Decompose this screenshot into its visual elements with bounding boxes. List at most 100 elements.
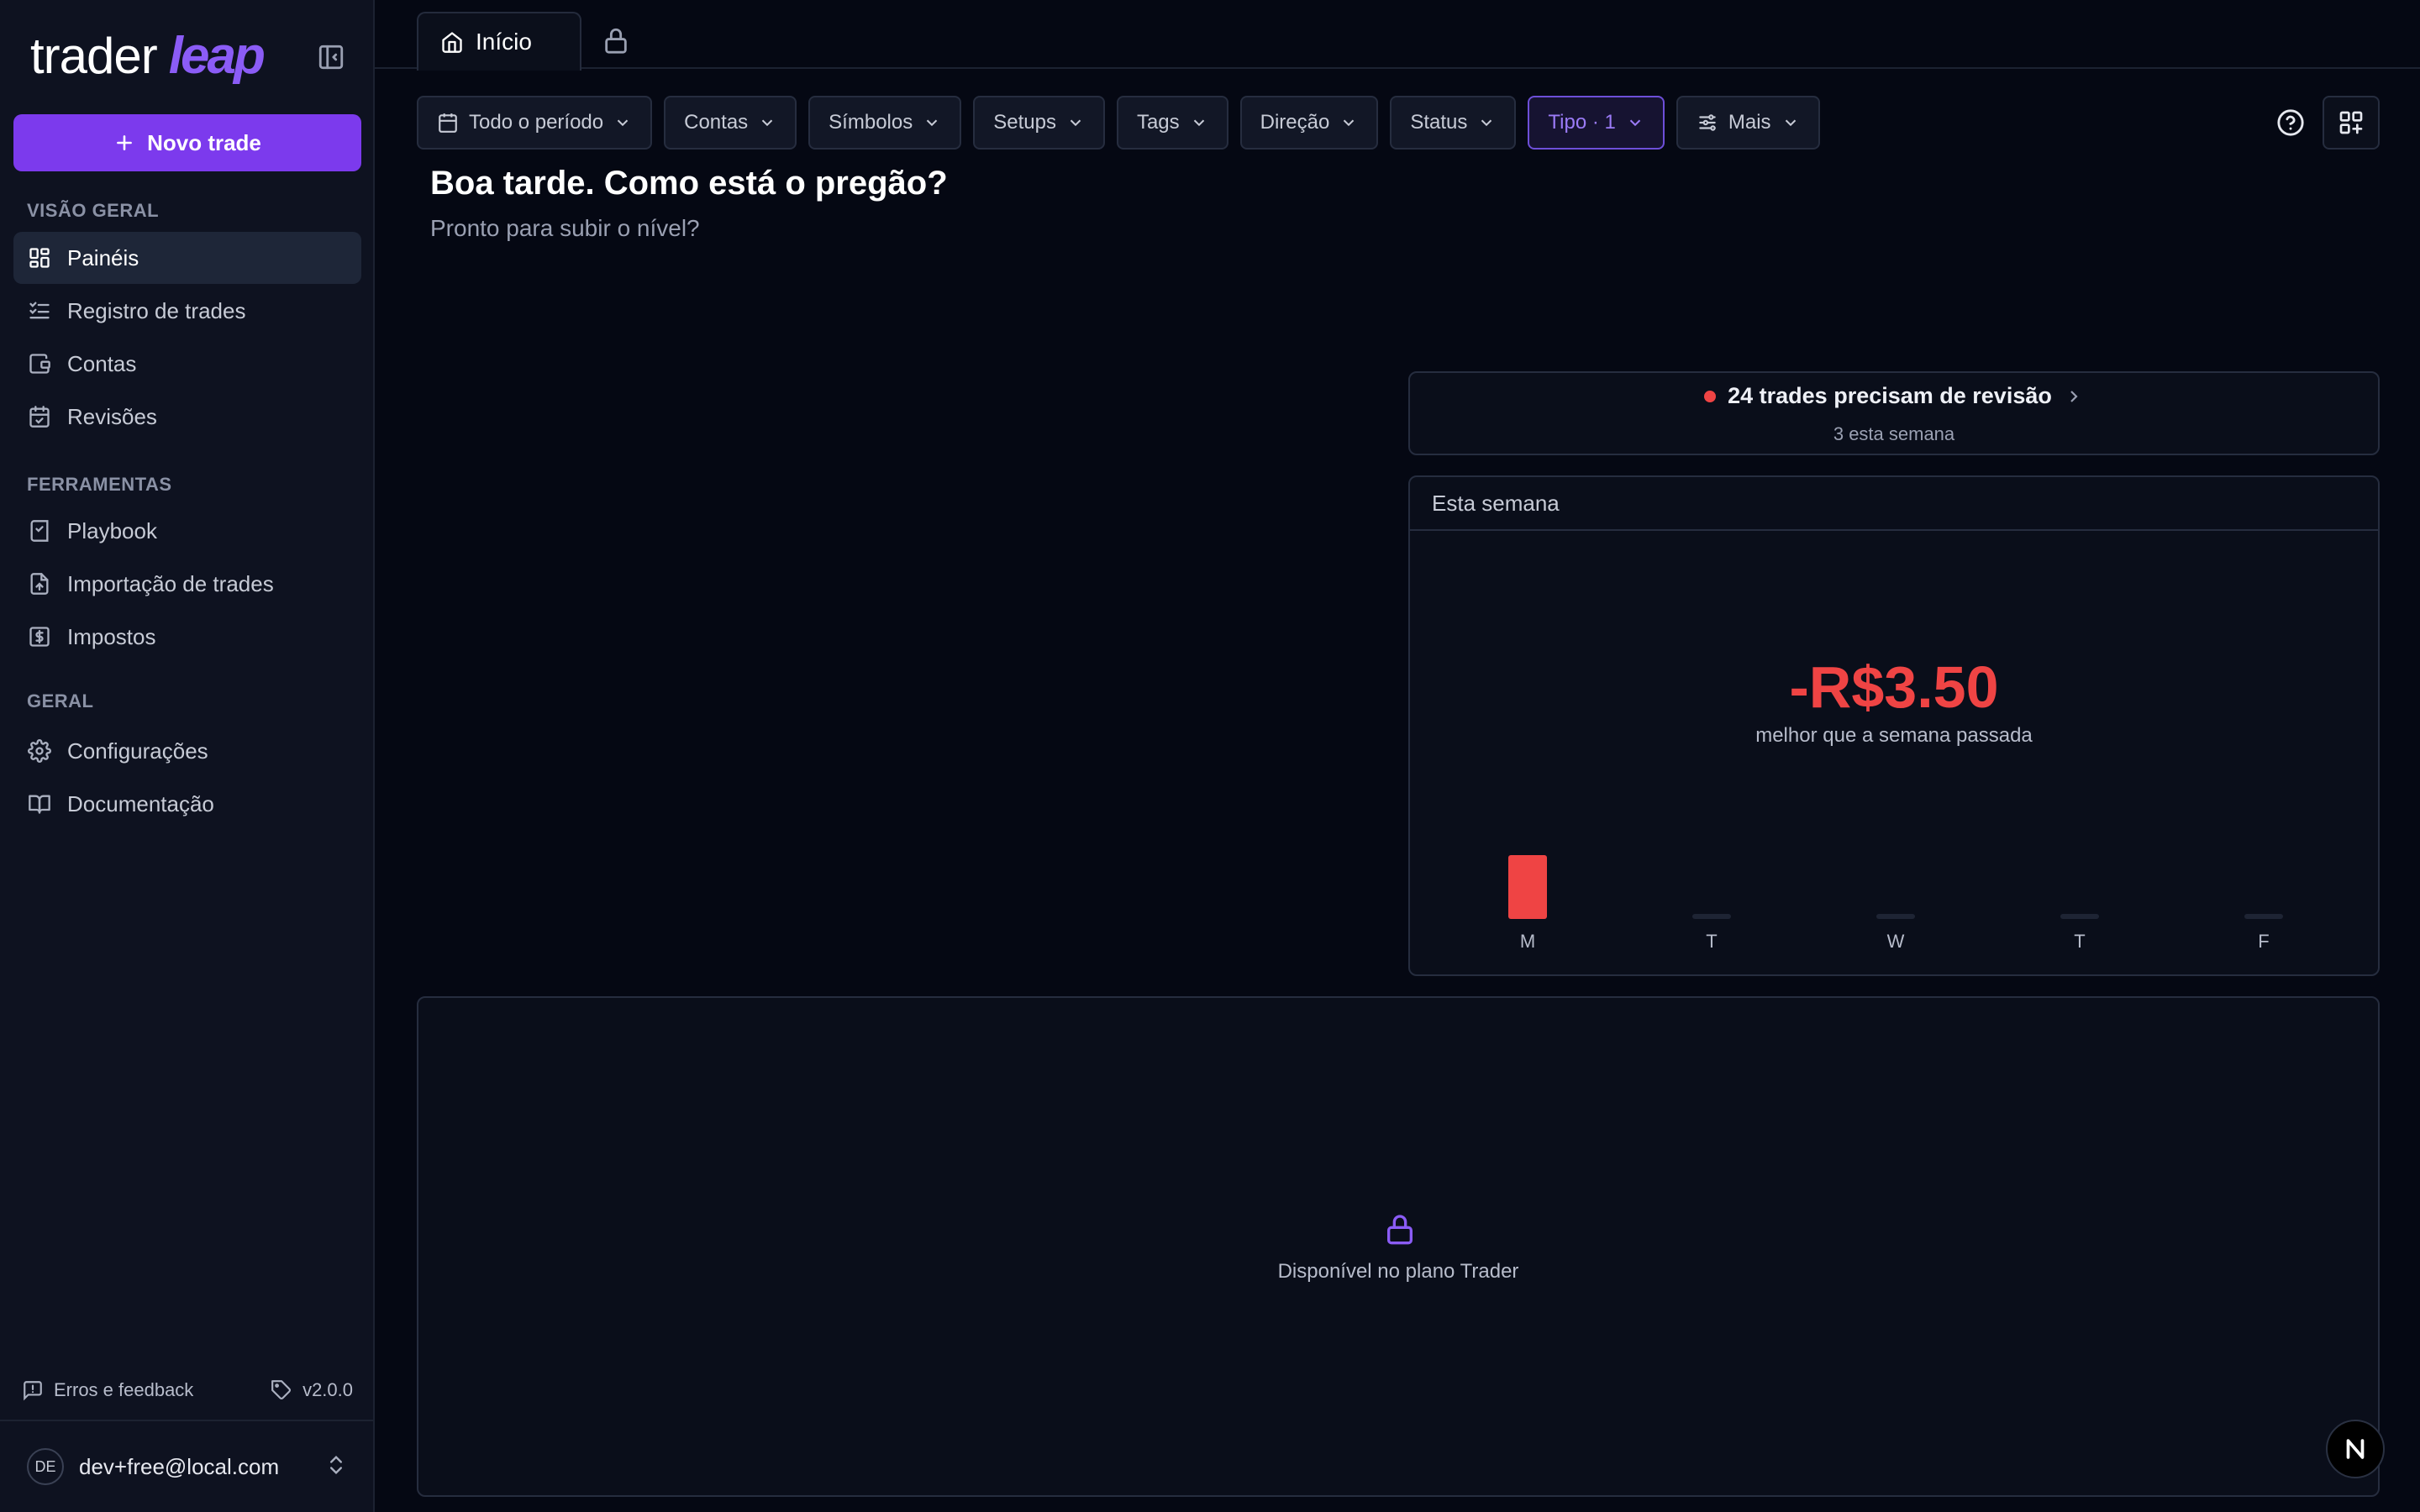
page-subtitle: Pronto para subir o nível?	[430, 215, 700, 241]
tab-bar: Início	[375, 0, 2420, 71]
sidebar-item-label: Revisões	[67, 403, 157, 429]
filter-setups[interactable]: Setups	[973, 96, 1105, 150]
logo[interactable]: trader leap	[30, 25, 266, 86]
dollar-receipt-icon	[27, 624, 52, 649]
review-title-row: 24 trades precisam de revisão	[1410, 383, 2378, 409]
upgrade-message: Disponível no plano Trader	[1277, 1260, 1519, 1283]
chart-bar-0	[1508, 855, 1547, 919]
filter-label: Todo o período	[469, 111, 604, 134]
sidebar-item-accounts[interactable]: Contas	[13, 338, 361, 390]
add-widget-button[interactable]	[2323, 96, 2380, 150]
sidebar-footer: Erros e feedback v2.0.0	[0, 1361, 375, 1420]
section-title-general: GERAL	[27, 690, 94, 711]
new-trade-button[interactable]: Novo trade	[13, 114, 361, 171]
filter-label: Símbolos	[829, 111, 913, 134]
file-upload-icon	[27, 571, 52, 596]
checklist-icon	[27, 298, 52, 323]
filter-status[interactable]: Status	[1390, 96, 1517, 150]
chevron-down-icon	[1193, 119, 1204, 127]
user-menu[interactable]: DE dev+free@local.com	[0, 1420, 375, 1512]
sidebar-item-label: Importação de trades	[67, 570, 274, 596]
sidebar-item-label: Documentação	[67, 790, 214, 816]
filter-direction[interactable]: Direção	[1239, 96, 1379, 150]
sidebar-item-label: Registro de trades	[67, 297, 246, 323]
sidebar-item-documentation[interactable]: Documentação	[13, 778, 361, 830]
message-alert-icon	[24, 1381, 42, 1401]
week-summary-card: Esta semana -R$3.50 melhor que a semana …	[1408, 475, 2380, 976]
version-tag[interactable]: v2.0.0	[271, 1379, 353, 1401]
chevron-right-icon	[2070, 390, 2078, 402]
version-label: v2.0.0	[302, 1379, 353, 1400]
logo-text: trader	[30, 27, 158, 84]
chart-bar-2	[1876, 914, 1915, 919]
layout-add-icon	[2339, 111, 2363, 134]
open-book-icon	[27, 791, 52, 816]
sidebar-item-label: Configurações	[67, 738, 208, 764]
collapse-sidebar-button[interactable]	[314, 40, 348, 74]
gear-icon	[27, 738, 52, 764]
review-card[interactable]: 24 trades precisam de revisão 3 esta sem…	[1408, 371, 2380, 455]
chevron-down-icon	[1070, 119, 1081, 127]
sidebar-item-settings[interactable]: Configurações	[13, 725, 361, 777]
sidebar-collapse-icon	[318, 45, 344, 70]
calendar-icon	[439, 113, 457, 133]
chart-tick-label: W	[1887, 931, 1905, 952]
filter-label: Contas	[684, 111, 749, 134]
sidebar-item-dashboards[interactable]: Painéis	[13, 232, 361, 284]
chevron-down-icon	[617, 119, 629, 127]
sidebar-item-taxes[interactable]: Impostos	[13, 611, 361, 663]
sidebar-item-reviews[interactable]: Revisões	[13, 391, 361, 443]
week-bar-chart: MTWTF	[1508, 855, 2283, 952]
chevron-down-icon	[1481, 119, 1492, 127]
section-title-tools: FERRAMENTAS	[27, 474, 172, 495]
avatar: DE	[27, 1448, 64, 1485]
chevron-down-icon	[1344, 119, 1355, 127]
review-title: 24 trades precisam de revisão	[1728, 383, 2052, 408]
section-title-overview: VISÃO GERAL	[27, 200, 160, 221]
home-icon	[442, 32, 462, 53]
filter-period[interactable]: Todo o período	[417, 96, 653, 150]
filter-symbols[interactable]: Símbolos	[808, 96, 962, 150]
filter-accounts[interactable]: Contas	[664, 96, 797, 150]
chart-tick-label: M	[1520, 931, 1535, 952]
dashboard-icon	[27, 245, 52, 270]
chevron-up-down-icon[interactable]	[324, 1453, 348, 1481]
lock-icon	[1387, 1215, 1413, 1245]
filter-label: Setups	[993, 111, 1056, 134]
chart-tick-label: F	[2258, 931, 2269, 952]
chart-bar-1	[1692, 914, 1731, 919]
tab-home[interactable]: Início	[417, 12, 581, 71]
next-dev-badge[interactable]	[2326, 1420, 2385, 1478]
book-check-icon	[27, 518, 52, 543]
sidebar: trader leap Novo trade VISÃO GERAL Painé…	[0, 0, 375, 1512]
alert-dot-icon	[1704, 390, 1717, 402]
filter-more[interactable]: Mais	[1676, 96, 1820, 150]
filter-tags[interactable]: Tags	[1116, 96, 1228, 150]
help-button[interactable]	[2272, 104, 2309, 141]
chart-bar-3	[2060, 914, 2099, 919]
sidebar-item-playbook[interactable]: Playbook	[13, 505, 361, 557]
tag-icon	[271, 1380, 292, 1399]
sidebar-item-label: Impostos	[67, 623, 156, 649]
chevron-down-icon	[1785, 119, 1796, 127]
calendar-check-icon	[27, 404, 52, 429]
lock-icon	[605, 28, 627, 54]
tab-home-label: Início	[476, 29, 532, 55]
locked-tab[interactable]	[602, 25, 630, 55]
n-logo-icon	[2346, 1439, 2365, 1459]
chevron-down-icon	[761, 119, 773, 127]
locked-widget: Disponível no plano Trader	[417, 996, 2380, 1497]
chart-tick-label: T	[2074, 931, 2085, 952]
sliders-icon	[1699, 114, 1716, 131]
user-email: dev+free@local.com	[79, 1453, 280, 1479]
sidebar-item-import[interactable]: Importação de trades	[13, 558, 361, 610]
wallet-icon	[27, 351, 52, 376]
feedback-label: Erros e feedback	[54, 1379, 194, 1400]
filter-label: Tags	[1136, 111, 1180, 134]
logo-accent: leap	[168, 26, 266, 85]
feedback-link[interactable]: Erros e feedback	[22, 1379, 193, 1401]
filter-type[interactable]: Tipo · 1	[1528, 96, 1665, 150]
chevron-down-icon	[927, 119, 938, 127]
page-title: Boa tarde. Como está o pregão?	[430, 165, 948, 202]
sidebar-item-trade-log[interactable]: Registro de trades	[13, 285, 361, 337]
